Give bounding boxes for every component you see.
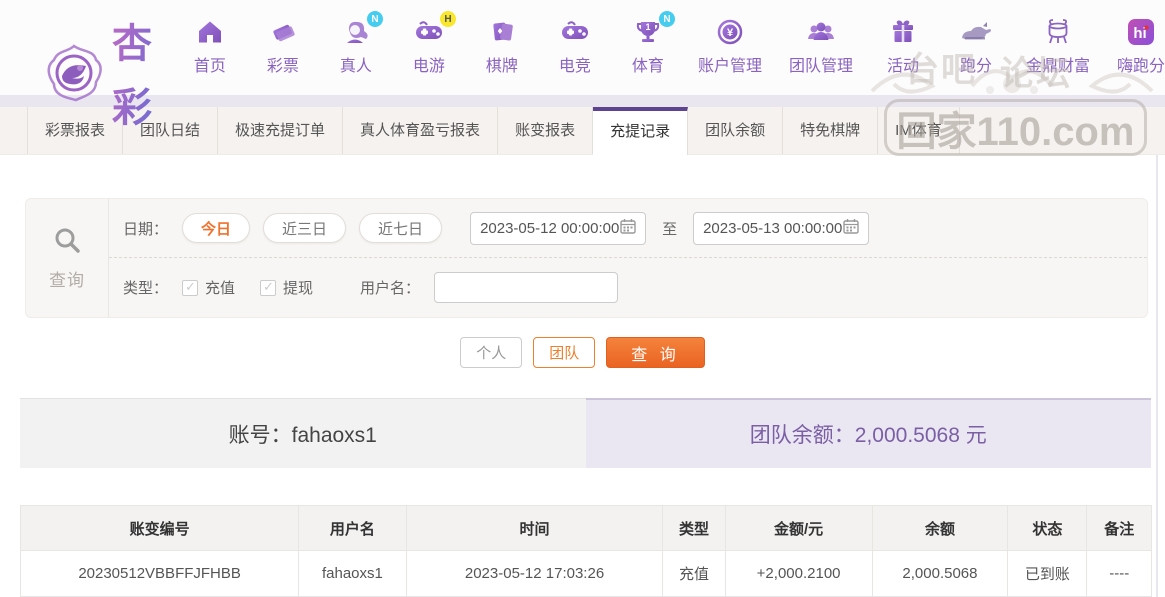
filter-fields: 日期： 今日 近三日 近七日 2023-05-12 00:00:00 至 202… xyxy=(109,199,1147,317)
nav-divider-band xyxy=(0,95,1165,107)
date-range-to-label: 至 xyxy=(662,220,678,238)
column-header: 余额 xyxy=(871,505,1009,551)
main-menu: 首页 彩票 N 真人 H 电游 棋牌 电竞 N 1 体育 ¥ 账户管理 团队管理… xyxy=(187,11,1165,76)
column-header: 用户名 xyxy=(298,505,407,551)
range-3days-button[interactable]: 近三日 xyxy=(263,213,347,243)
search-button[interactable]: 查 询 xyxy=(606,337,705,368)
type-filter-row: 类型： 充值 提现 用户名： xyxy=(109,258,1147,317)
new-badge: N xyxy=(366,11,383,27)
tab-im-sports[interactable]: IM体育 xyxy=(878,107,960,154)
rhino-icon xyxy=(959,16,993,48)
query-filter-panel: 查询 日期： 今日 近三日 近七日 2023-05-12 00:00:00 至 … xyxy=(25,198,1148,318)
home-icon xyxy=(196,16,224,48)
column-header: 类型 xyxy=(662,505,726,551)
brand-flower-icon xyxy=(42,42,106,111)
tab-fast-orders[interactable]: 极速充提订单 xyxy=(218,107,344,154)
table-cell: 20230512VBBFFJFHBB xyxy=(19,550,300,597)
date-label: 日期： xyxy=(123,220,169,238)
records-table: 账变编号 用户名 时间 类型 金额/元 余额 状态 备注 20230512VBBFFJFHBB… xyxy=(19,505,1152,597)
nav-item-team-mgmt[interactable]: 团队管理 xyxy=(789,16,853,76)
column-header: 金额/元 xyxy=(724,505,873,551)
deposit-checkbox[interactable]: 充值 xyxy=(182,277,235,298)
query-section-label: 查询 xyxy=(26,199,109,317)
column-header: 状态 xyxy=(1007,505,1088,551)
hot-badge: H xyxy=(439,11,456,27)
cards-icon xyxy=(488,16,516,48)
nav-item-paofen[interactable]: 跑分 xyxy=(953,16,999,76)
date-filter-row: 日期： 今日 近三日 近七日 2023-05-12 00:00:00 至 202… xyxy=(109,199,1147,258)
live-person-icon xyxy=(342,16,370,48)
page: 杏彩 首页 彩票 N 真人 H 电游 棋牌 电竞 N 1 体育 ¥ 账户管理 团… xyxy=(0,0,1165,597)
hi-app-icon: hi xyxy=(1127,16,1155,48)
table-row: 20230512VBBFFJFHBB fahaoxs1 2023-05-12 17:… xyxy=(19,550,1152,597)
table-cell: 已到账 xyxy=(1007,550,1088,597)
main-content: 查询 日期： 今日 近三日 近七日 2023-05-12 00:00:00 至 … xyxy=(0,198,1165,597)
table-cell: fahaoxs1 xyxy=(298,550,407,597)
coin-yen-icon: ¥ xyxy=(716,16,744,48)
range-today-button[interactable]: 今日 xyxy=(182,213,251,243)
brand-logo[interactable]: 杏彩 xyxy=(42,12,173,140)
username-input[interactable] xyxy=(434,272,619,303)
tab-deposit-withdraw-records[interactable]: 充提记录 xyxy=(593,107,689,155)
trophy-icon: 1 xyxy=(634,16,662,48)
nav-item-lottery[interactable]: 彩票 xyxy=(260,16,306,76)
personal-button[interactable]: 个人 xyxy=(460,337,523,368)
date-from-input[interactable]: 2023-05-12 00:00:00 xyxy=(470,211,647,245)
team-button[interactable]: 团队 xyxy=(533,337,596,368)
range-7days-button[interactable]: 近七日 xyxy=(359,213,443,243)
nav-item-activity[interactable]: 活动 xyxy=(880,16,926,76)
nav-item-cards[interactable]: 棋牌 xyxy=(479,16,525,76)
account-number: 账号：fahaoxs1 xyxy=(20,398,586,468)
calendar-icon[interactable] xyxy=(843,218,859,239)
withdraw-checkbox[interactable]: 提现 xyxy=(260,277,313,298)
page-right-edge xyxy=(1156,155,1158,597)
username-label: 用户名： xyxy=(360,280,421,297)
type-label: 类型： xyxy=(123,280,169,297)
nav-item-egames[interactable]: H 电游 xyxy=(406,11,456,76)
calendar-icon[interactable] xyxy=(620,218,636,239)
table-body: 20230512VBBFFJFHBB fahaoxs1 2023-05-12 17:… xyxy=(19,550,1152,597)
nav-item-live[interactable]: N 真人 xyxy=(333,11,383,76)
nav-item-sports[interactable]: N 1 体育 xyxy=(625,11,675,76)
tab-live-sports-pl[interactable]: 真人体育盈亏报表 xyxy=(343,107,499,154)
report-tabbar: 彩票报表 团队日结 极速充提订单 真人体育盈亏报表 账变报表 充提记录 团队余额… xyxy=(0,107,1165,155)
top-navigation: 杏彩 首页 彩票 N 真人 H 电游 棋牌 电竞 N 1 体育 ¥ 账户管理 团… xyxy=(0,0,1165,130)
gamepad-icon xyxy=(560,16,590,48)
column-header: 账变编号 xyxy=(19,505,300,551)
table-header-row: 账变编号 用户名 时间 类型 金额/元 余额 状态 备注 xyxy=(19,505,1152,551)
table-cell: 2023-05-12 17:03:26 xyxy=(405,550,664,597)
tab-temian-chess[interactable]: 特免棋牌 xyxy=(783,107,879,154)
nav-item-home[interactable]: 首页 xyxy=(187,16,233,76)
action-buttons: 个人 团队 查 询 xyxy=(0,337,1165,368)
nav-item-esports[interactable]: 电竞 xyxy=(552,16,598,76)
brand-name: 杏彩 xyxy=(112,12,173,140)
table-cell: ---- xyxy=(1086,550,1152,597)
checkbox-icon[interactable] xyxy=(260,279,277,296)
svg-text:1: 1 xyxy=(645,22,650,32)
tab-account-change[interactable]: 账变报表 xyxy=(498,107,594,154)
search-icon xyxy=(52,225,82,260)
cauldron-icon xyxy=(1044,16,1072,48)
tab-team-balance[interactable]: 团队余额 xyxy=(688,107,784,154)
nav-item-jinding-wealth[interactable]: 金鼎财富 xyxy=(1026,16,1090,76)
nav-item-hi-paofen[interactable]: hi 嗨跑分 xyxy=(1117,16,1165,76)
tickets-icon xyxy=(269,16,297,48)
users-icon xyxy=(806,16,836,48)
column-header: 时间 xyxy=(405,505,664,551)
nav-item-account-mgmt[interactable]: ¥ 账户管理 xyxy=(698,16,762,76)
gift-icon xyxy=(889,16,917,48)
checkbox-icon[interactable] xyxy=(182,279,199,296)
date-to-input[interactable]: 2023-05-13 00:00:00 xyxy=(693,211,870,245)
team-balance: 团队余额：2,000.5068 元 xyxy=(585,398,1151,468)
column-header: 备注 xyxy=(1086,505,1152,551)
svg-text:¥: ¥ xyxy=(727,27,734,39)
table-cell: +2,000.2100 xyxy=(724,550,873,597)
new-badge: N xyxy=(658,11,675,27)
table-cell: 充值 xyxy=(662,550,726,597)
account-summary-bar: 账号：fahaoxs1 团队余额：2,000.5068 元 xyxy=(20,398,1151,468)
table-cell: 2,000.5068 xyxy=(871,550,1009,597)
